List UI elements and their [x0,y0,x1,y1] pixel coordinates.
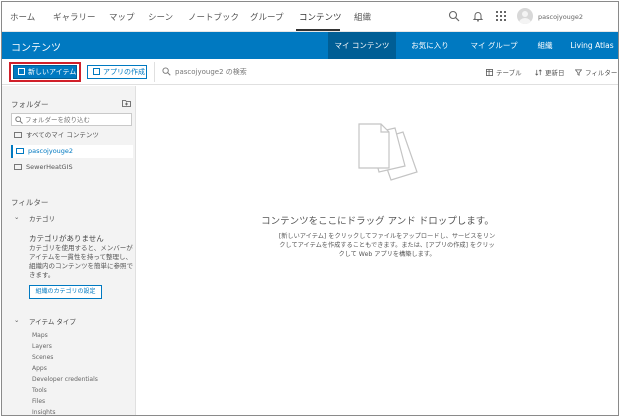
nav-home[interactable]: ホーム [10,11,35,23]
type-apps[interactable]: Apps [32,365,47,372]
new-item-button[interactable]: 新しいアイテム [13,65,77,79]
create-app-label: アプリの作成 [103,68,145,76]
type-developer-credentials[interactable]: Developer credentials [32,376,98,383]
set-categories-button[interactable]: 組織のカテゴリの設定 [29,285,102,299]
tab-organization[interactable]: 組織 [529,32,561,59]
type-layers[interactable]: Layers [32,343,52,350]
filters-heading: フィルター [11,198,49,207]
search-icon [162,67,171,76]
type-tools[interactable]: Tools [32,387,47,394]
search-icon [15,116,23,124]
folder-sewerheatgis[interactable]: SewerHeatGIS [11,161,133,174]
filter-icon [575,69,582,76]
sidebar: フォルダー すべてのマイ コンテンツ pascojyouge2 SewerHea… [2,86,136,415]
folder-label: pascojyouge2 [28,147,74,155]
folder-label: SewerHeatGIS [26,163,73,171]
new-folder-icon[interactable] [122,99,131,107]
filter-toggle[interactable]: フィルター [575,67,617,77]
username[interactable]: pascojyouge2 [538,13,583,21]
top-navigation: ホーム ギャラリー マップ シーン ノートブック グループ コンテンツ 組織 p… [2,2,618,32]
create-app-button[interactable]: アプリの作成 [87,65,147,79]
nav-groups[interactable]: グループ [250,11,284,23]
folder-all-content[interactable]: すべてのマイ コンテンツ [11,129,133,142]
folder-icon [14,164,22,170]
drop-description: [新しいアイテム] をクリックしてファイルをアップロードし、サービスをリンクして… [278,233,496,258]
folder-icon [16,148,24,154]
table-label: テーブル [496,69,522,77]
nav-organization[interactable]: 組織 [354,11,371,23]
content-drop-area[interactable]: コンテンツをここにドラッグ アンド ドロップします。 [新しいアイテム] をクリ… [137,86,618,415]
tab-my-content[interactable]: マイ コンテンツ [328,32,396,59]
folder-user[interactable]: pascojyouge2 [11,145,133,158]
filter-label: フィルター [585,69,618,77]
table-view-toggle[interactable]: テーブル [486,67,522,77]
tab-living-atlas[interactable]: Living Atlas [567,32,617,59]
category-heading[interactable]: カテゴリ [29,213,55,223]
new-item-label: 新しいアイテム [28,68,77,76]
active-nav-indicator [296,29,340,31]
content-toolbar: 新しいアイテム アプリの作成 テーブル 更新日 フィルター [2,59,618,85]
type-maps[interactable]: Maps [32,332,48,339]
nav-map[interactable]: マップ [109,11,135,23]
folder-label: すべてのマイ コンテンツ [26,131,99,139]
sort-icon [535,69,542,76]
nav-notebook[interactable]: ノートブック [188,11,239,23]
tab-favorites[interactable]: お気に入り [399,32,461,59]
bell-icon[interactable] [472,10,484,22]
no-category-text: カテゴリを使用すると、メンバーがアイテムを一貫性を持って整理し、組織内のコンテン… [29,244,133,279]
type-files[interactable]: Files [32,398,45,405]
table-icon [486,69,493,76]
category-chevron-icon[interactable]: ⌄ [14,213,19,221]
folders-heading: フォルダー [11,100,49,109]
sort-control[interactable]: 更新日 [535,67,565,77]
content-header: コンテンツ マイ コンテンツ お気に入り マイ グループ 組織 Living A… [2,32,618,59]
nav-gallery[interactable]: ギャラリー [53,11,96,23]
drop-title: コンテンツをここにドラッグ アンド ドロップします。 [261,216,494,227]
folder-filter [11,113,132,126]
app-window: ホーム ギャラリー マップ シーン ノートブック グループ コンテンツ 組織 p… [1,1,619,416]
type-insights[interactable]: Insights [32,409,55,415]
search-icon[interactable] [448,10,460,22]
app-grid-icon [93,68,100,75]
content-search [154,62,474,82]
item-type-heading[interactable]: アイテム タイプ [29,316,76,326]
new-item-icon [18,68,25,75]
nav-scene[interactable]: シーン [148,11,173,23]
folder-filter-input[interactable] [25,115,129,125]
user-avatar[interactable] [517,8,533,24]
no-category-title: カテゴリがありません [29,234,104,243]
documents-icon [358,123,418,181]
type-scenes[interactable]: Scenes [32,354,53,361]
tab-my-groups[interactable]: マイ グループ [464,32,524,59]
search-input[interactable] [175,64,455,80]
page-title: コンテンツ [11,43,61,54]
item-type-chevron-icon[interactable]: ⌄ [14,316,19,324]
sort-label: 更新日 [545,69,565,77]
nav-content[interactable]: コンテンツ [299,11,342,23]
app-launcher-icon[interactable] [495,10,507,22]
folder-icon [14,132,22,138]
